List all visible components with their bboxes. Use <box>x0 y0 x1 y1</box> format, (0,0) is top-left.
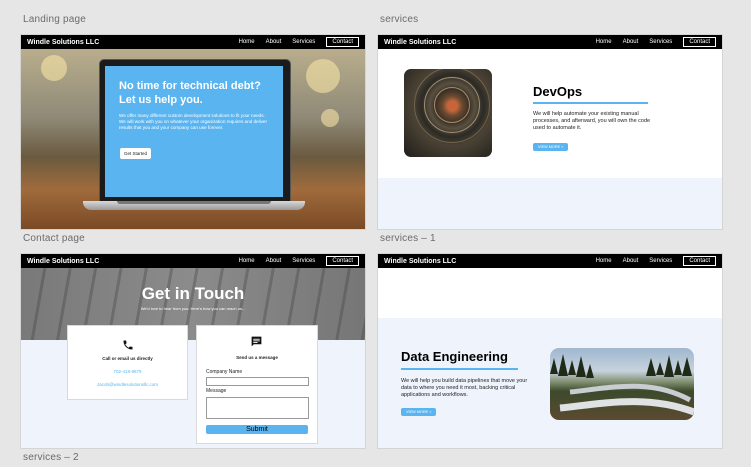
title-underline <box>401 368 518 370</box>
message-textarea[interactable] <box>206 397 309 419</box>
nav-contact-button[interactable]: Contact <box>326 37 359 47</box>
brand-logo-text[interactable]: Windle Solutions LLC <box>384 258 596 265</box>
artboard-label-contact[interactable]: Contact page <box>23 233 85 244</box>
call-email-title: Call or email us directly <box>102 356 153 361</box>
brand-logo-text[interactable]: Windle Solutions LLC <box>384 39 596 46</box>
nav-link-about[interactable]: About <box>266 39 282 45</box>
message-label: Message <box>206 388 227 394</box>
navbar: Windle Solutions LLC Home About Services… <box>21 254 365 268</box>
service-description: We will help automate your existing manu… <box>533 111 651 131</box>
message-title: Send us a message <box>236 355 278 360</box>
submit-button[interactable]: Submit <box>206 425 308 434</box>
artboard-label-landing[interactable]: Landing page <box>23 14 86 25</box>
title-underline <box>533 102 648 104</box>
artboard-services[interactable]: Windle Solutions LLC Home About Services… <box>378 35 722 229</box>
message-icon <box>250 335 263 348</box>
nav-link-about[interactable]: About <box>266 258 282 264</box>
gear-ring <box>414 69 490 143</box>
artboard-landing-page[interactable]: Windle Solutions LLC Home About Services… <box>21 35 365 229</box>
phone-icon <box>122 338 134 350</box>
laptop-hinge <box>117 201 271 204</box>
phone-link[interactable]: 702-418-9679 <box>68 369 187 374</box>
nav-link-about[interactable]: About <box>623 258 639 264</box>
get-started-button[interactable]: Get Started <box>120 148 152 159</box>
artboard-label-services-1[interactable]: services – 1 <box>380 233 436 244</box>
hero-heading: No time for technical debt? Let us help … <box>119 80 261 106</box>
email-link[interactable]: Jacob@windlesolutionsllc.com <box>68 382 187 387</box>
view-more-button[interactable]: VIEW MORE > <box>533 143 569 151</box>
artboard-label-services[interactable]: services <box>380 14 418 25</box>
nav-contact-button[interactable]: Contact <box>683 256 716 266</box>
nav-link-home[interactable]: Home <box>596 39 612 45</box>
navbar: Windle Solutions LLC Home About Services… <box>378 254 722 268</box>
nav-link-services[interactable]: Services <box>649 258 672 264</box>
nav-link-services[interactable]: Services <box>649 39 672 45</box>
nav-link-services[interactable]: Services <box>292 258 315 264</box>
service-description: We will help you build data pipelines th… <box>401 378 528 398</box>
company-name-input[interactable] <box>206 377 309 386</box>
bokeh-light <box>321 109 339 127</box>
call-email-card: Call or email us directly 702-418-9679 J… <box>67 325 188 400</box>
nav-contact-button[interactable]: Contact <box>326 256 359 266</box>
nav-link-about[interactable]: About <box>623 39 639 45</box>
service-title: DevOps <box>533 84 583 99</box>
hero-description: We offer many different custom developme… <box>119 113 268 130</box>
contact-subtitle: We'd love to hear from you. Here's how y… <box>140 306 246 311</box>
nav-link-home[interactable]: Home <box>239 39 255 45</box>
light-band <box>378 178 722 229</box>
devops-image <box>404 69 492 157</box>
company-name-label: Company Name <box>206 369 243 375</box>
artboard-contact-page[interactable]: Windle Solutions LLC Home About Services… <box>21 254 365 448</box>
nav-link-home[interactable]: Home <box>596 258 612 264</box>
navbar: Windle Solutions LLC Home About Services… <box>21 35 365 49</box>
view-more-button[interactable]: VIEW MORE > <box>401 408 437 416</box>
message-card: Send us a message Company Name Message S… <box>196 325 318 444</box>
bokeh-light <box>306 59 340 93</box>
bokeh-light <box>41 55 67 81</box>
service-title: Data Engineering <box>401 349 508 364</box>
nav-contact-button[interactable]: Contact <box>683 37 716 47</box>
nav-link-services[interactable]: Services <box>292 39 315 45</box>
brand-logo-text[interactable]: Windle Solutions LLC <box>27 258 239 265</box>
pipeline-image <box>550 348 694 420</box>
contact-title: Get in Touch <box>141 284 245 303</box>
brand-logo-text[interactable]: Windle Solutions LLC <box>27 39 239 46</box>
artboard-services-1[interactable]: Windle Solutions LLC Home About Services… <box>378 254 722 448</box>
artboard-label-services-2[interactable]: services – 2 <box>23 452 79 463</box>
nav-link-home[interactable]: Home <box>239 258 255 264</box>
navbar: Windle Solutions LLC Home About Services… <box>378 35 722 49</box>
